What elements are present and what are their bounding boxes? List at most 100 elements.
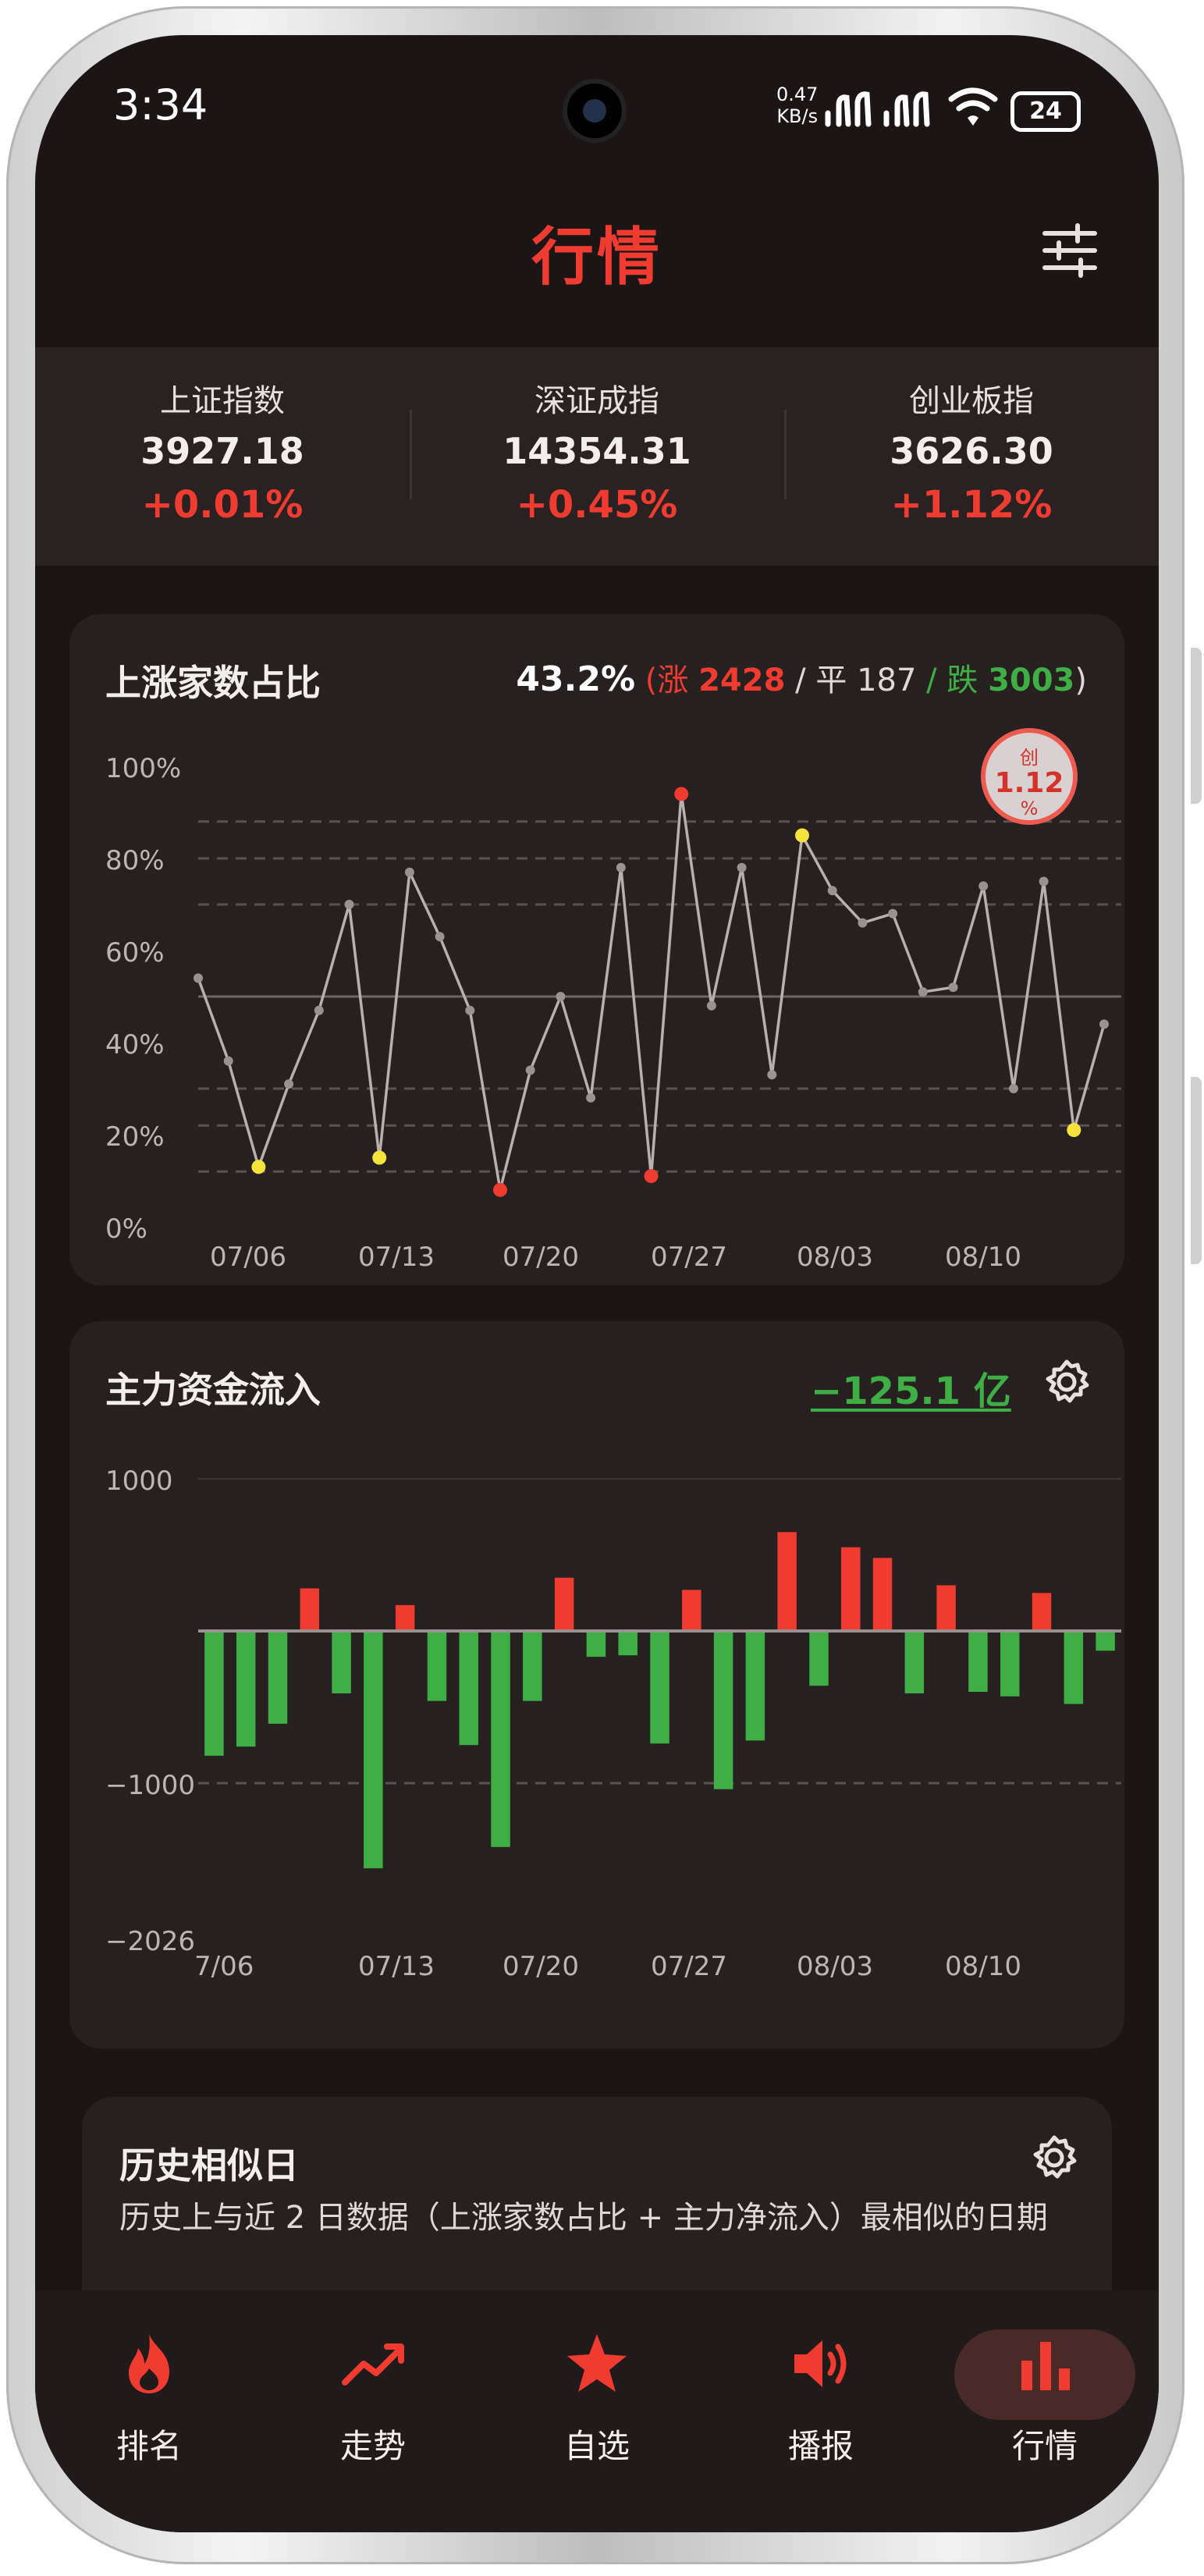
flame-icon: [129, 2334, 169, 2393]
flow-bar: [968, 1630, 988, 1692]
ratio-card: 上涨家数占比 43.2% (涨 2428 / 平 187 / 跌 3003) 1…: [69, 614, 1124, 1285]
flow-bar: [1000, 1630, 1020, 1697]
data-point: [827, 886, 837, 896]
bottom-nav: 排名 走势 自选 播报 行情: [35, 2290, 1159, 2532]
y-tick-label: 40%: [105, 1029, 165, 1061]
nav-label: 行情: [1011, 2427, 1078, 2465]
flow-bar: [364, 1630, 383, 1869]
index-shanghai[interactable]: 上证指数 3927.18 +0.01%: [35, 347, 410, 566]
bar-chart-icon: [1021, 2342, 1070, 2390]
flow-bar: [904, 1630, 925, 1693]
index-chinext[interactable]: 创业板指 3626.30 +1.12%: [784, 347, 1159, 566]
y-tick-label: 20%: [105, 1121, 165, 1153]
status-time: 3:34: [113, 80, 208, 130]
flow-bar: [936, 1585, 956, 1631]
flow-bar: [236, 1630, 256, 1747]
filter-icon[interactable]: [1042, 222, 1098, 279]
data-point: [978, 881, 989, 891]
nav-item-trend[interactable]: 走势: [279, 2290, 467, 2485]
data-point: [194, 973, 203, 983]
ratio-line: [197, 794, 1106, 1191]
record-badge[interactable]: 创 1.12 %: [981, 728, 1078, 825]
flow-bar: [841, 1547, 861, 1631]
y-tick-label: 1000: [105, 1466, 173, 1497]
flow-card: 主力资金流入 −125.1 亿 1000 −1000 −2026 7/06 07/13 0…: [69, 1321, 1124, 2048]
flow-bar: [554, 1577, 574, 1631]
flow-bar-chart[interactable]: 1000 −1000 −20267/06 07/13 07/20 07/27 08/03 08…: [69, 1321, 1124, 2048]
y-tick-label: −2026: [105, 1926, 195, 1957]
index-bar: 上证指数 3927.18 +0.01% 深证成指 14354.31 +0.45%…: [35, 347, 1159, 566]
nav-item-broadcast[interactable]: 播报: [727, 2290, 915, 2485]
badge-value: 1.12: [994, 767, 1064, 799]
similar-card-title: 历史相似日: [119, 2144, 299, 2187]
volume-button: [1191, 648, 1202, 804]
nav-label: 自选: [563, 2427, 630, 2465]
data-point: [556, 992, 566, 1001]
data-point: [493, 1182, 507, 1197]
data-point: [314, 1005, 324, 1015]
data-point: [435, 932, 445, 942]
data-point: [284, 1079, 294, 1089]
y-tick-label: −1000: [105, 1770, 195, 1801]
data-point: [223, 1056, 233, 1066]
flow-bar: [682, 1590, 701, 1631]
flow-bar: [332, 1630, 351, 1693]
battery-indicator: 24: [1010, 91, 1081, 132]
flow-bar: [427, 1630, 447, 1701]
x-tick-label: 08/10: [945, 1951, 1021, 1982]
data-point: [525, 1065, 535, 1075]
flow-bar: [459, 1630, 478, 1746]
nav-label: 走势: [339, 2427, 406, 2465]
data-point: [674, 787, 689, 801]
data-point: [737, 862, 747, 872]
data-point: [1067, 1123, 1081, 1138]
index-value: 3927.18: [140, 430, 304, 472]
flow-bar: [1032, 1593, 1052, 1631]
data-point: [344, 900, 354, 909]
flow-bar: [650, 1630, 669, 1744]
x-tick-label: 07/20: [503, 1951, 579, 1982]
flow-bar: [204, 1630, 224, 1756]
y-tick-label: 100%: [105, 753, 181, 784]
similar-card-description: 历史上与近 2 日数据（上涨家数占比 + 主力净流入）最相似的日期: [119, 2200, 1048, 2236]
flow-bar: [300, 1588, 320, 1631]
x-tick-label: 07/06: [210, 1242, 286, 1273]
index-change: +0.45%: [516, 483, 678, 527]
index-name: 创业板指: [909, 383, 1034, 419]
index-name: 上证指数: [160, 383, 285, 419]
data-point: [372, 1150, 387, 1165]
flow-bar: [1064, 1630, 1084, 1704]
x-tick-label: 07/27: [651, 1951, 727, 1982]
x-tick-label: 07/13: [358, 1951, 435, 1982]
flow-bar: [745, 1630, 765, 1741]
data-point: [616, 862, 626, 872]
x-tick-label: 07/20: [503, 1242, 579, 1273]
index-change: +1.12%: [890, 483, 1053, 527]
data-point: [1099, 1019, 1109, 1029]
nav-item-market[interactable]: 行情: [951, 2290, 1138, 2485]
status-bar: 3:34 0.47 KB/s 24: [35, 35, 1159, 183]
flow-bar: [777, 1532, 797, 1631]
x-tick-label: 08/10: [945, 1242, 1021, 1273]
index-value: 14354.31: [503, 430, 691, 472]
flow-bar: [713, 1630, 733, 1789]
x-tick-label: 7/06: [194, 1951, 254, 1982]
index-value: 3626.30: [890, 430, 1053, 472]
y-tick-label: 60%: [105, 937, 165, 968]
nav-item-ranking[interactable]: 排名: [55, 2290, 243, 2485]
trend-icon: [342, 2343, 404, 2386]
data-point: [1039, 876, 1049, 886]
star-icon: [567, 2334, 627, 2392]
y-tick-label: 0%: [105, 1213, 147, 1245]
data-point: [586, 1093, 596, 1103]
data-point: [251, 1160, 266, 1174]
gear-icon[interactable]: [1031, 2134, 1078, 2181]
ratio-line-chart[interactable]: 100% 80% 60% 40% 20% 0% 07/06 07/13 07/20 07/27 08…: [69, 614, 1124, 1285]
index-shenzhen[interactable]: 深证成指 14354.31 +0.45%: [410, 347, 784, 566]
badge-bottom: %: [1020, 798, 1039, 819]
nav-label: 排名: [115, 2427, 182, 2465]
wifi-icon: [948, 87, 998, 126]
nav-item-watchlist[interactable]: 自选: [503, 2290, 691, 2485]
signal-icon: [825, 91, 872, 127]
data-point: [644, 1169, 659, 1184]
